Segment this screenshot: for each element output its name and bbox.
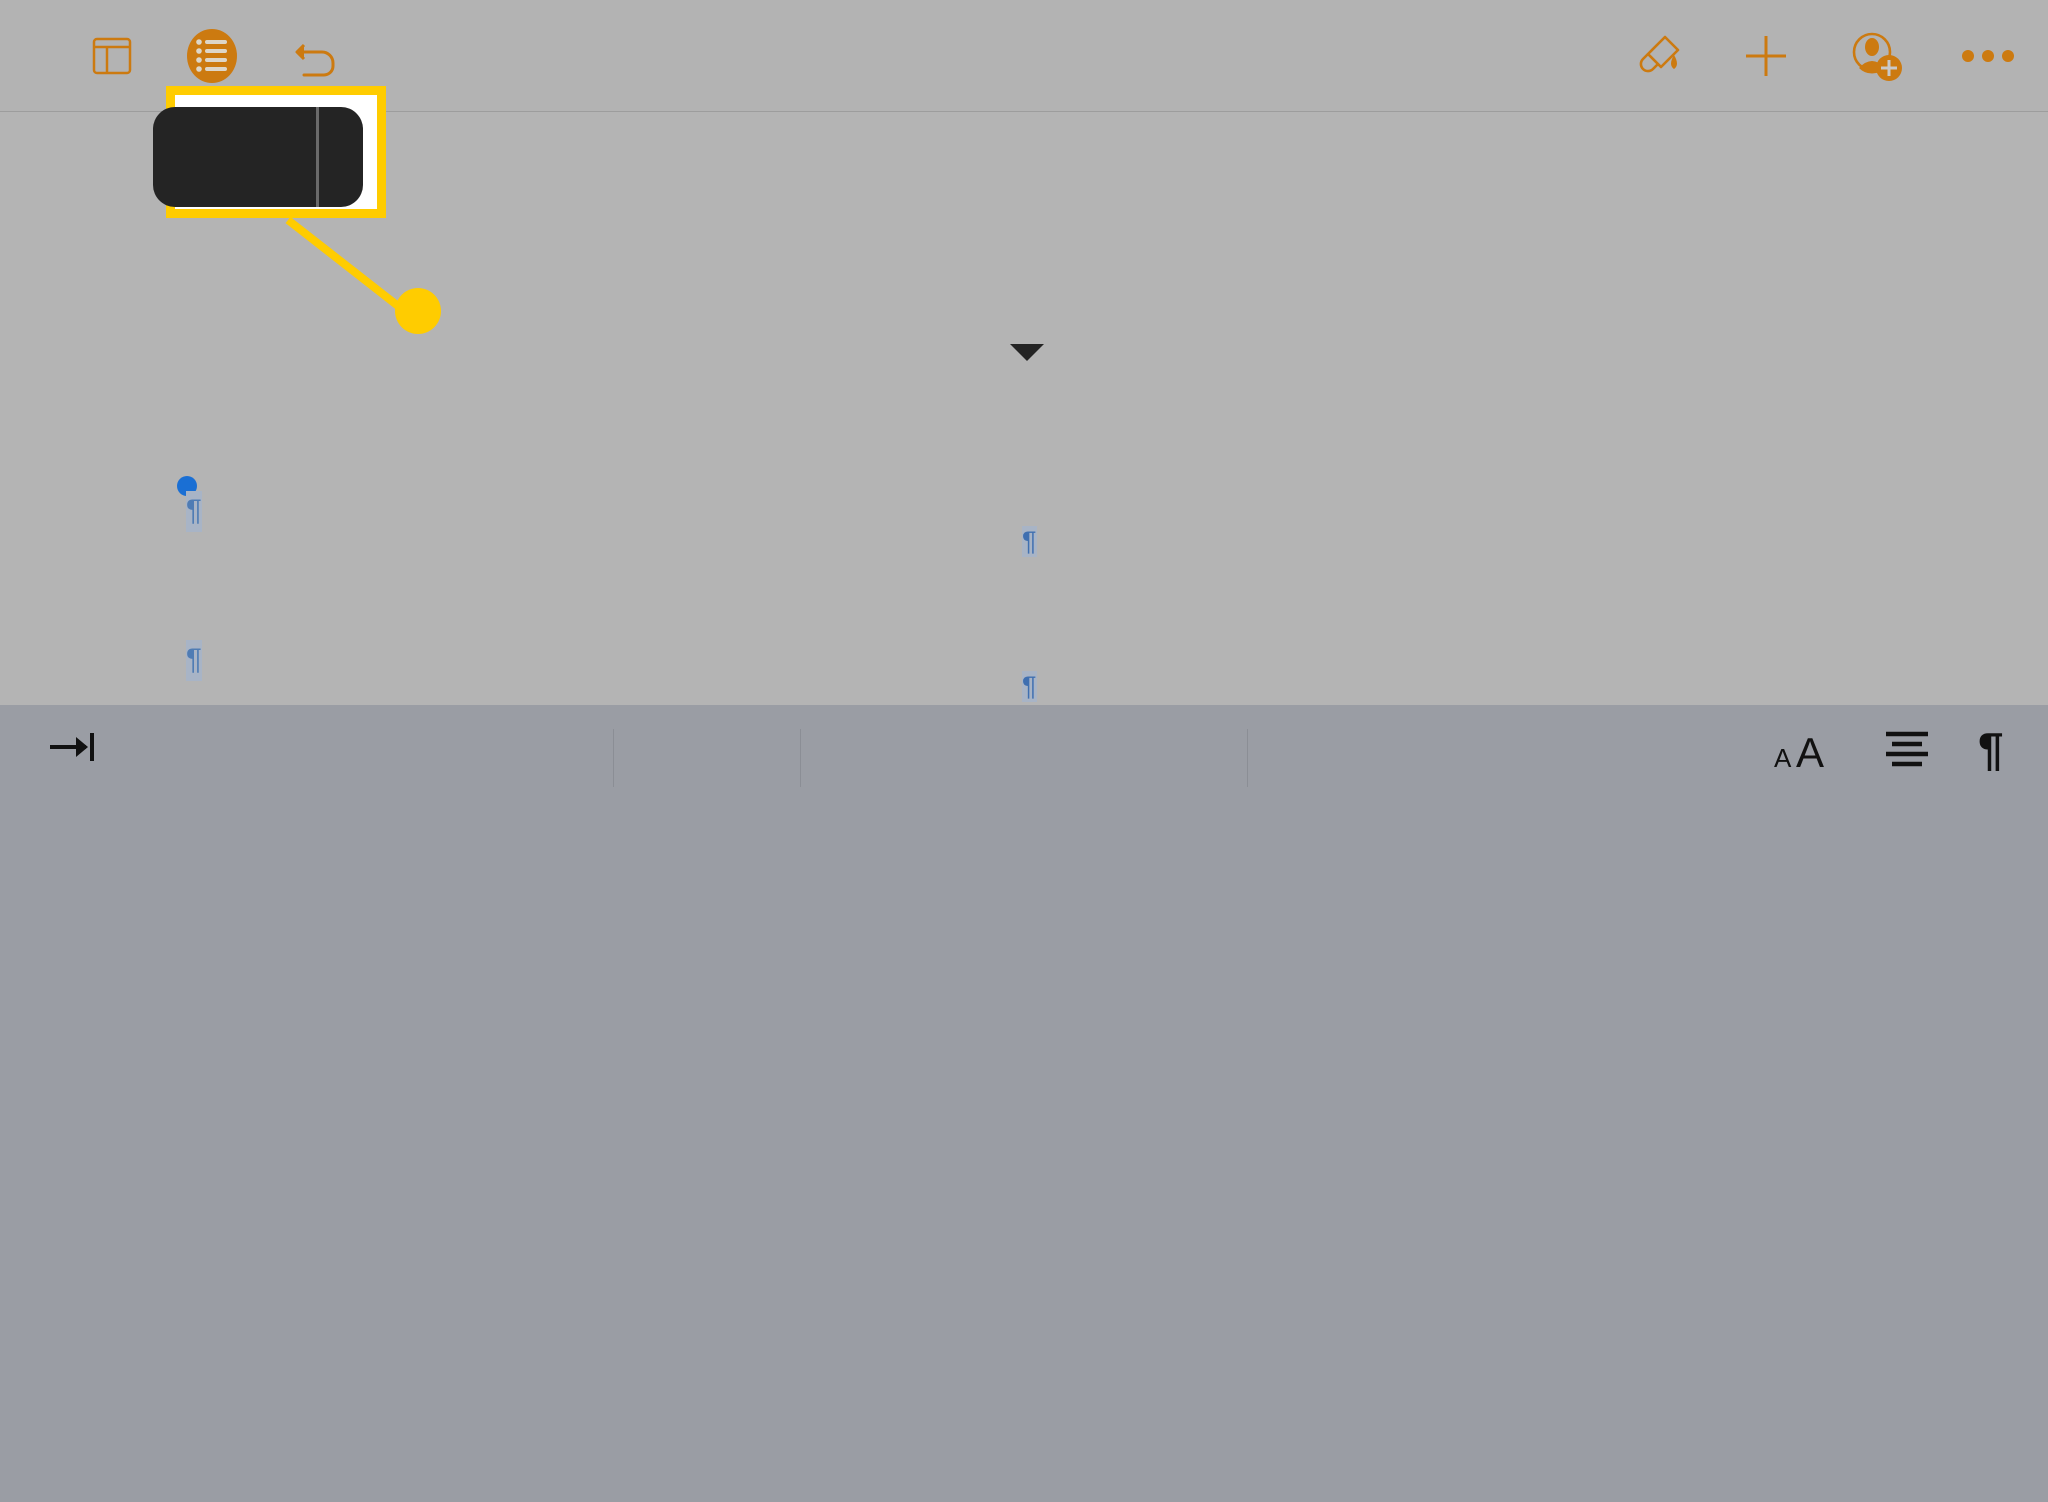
- zoom-callout-box: [153, 86, 386, 218]
- zoom-callout-menu-fragment: [153, 107, 363, 207]
- svg-text:A: A: [1774, 743, 1792, 771]
- suggestion-divider: [1247, 729, 1248, 787]
- pilcrow-mark: ¶: [1022, 671, 1037, 702]
- add-person-icon[interactable]: [1848, 28, 1904, 84]
- navbar-right-group: [1634, 0, 2016, 112]
- pilcrow-mark: ¶: [1022, 526, 1037, 557]
- suggestion-divider: [800, 729, 801, 787]
- paragraph-purchased-line3: ¶: [186, 640, 202, 681]
- heading-purchased: ¶: [186, 491, 202, 532]
- keyboard-suggestion-bar: AA ¶: [0, 705, 2048, 810]
- pilcrow-mark: ¶: [186, 494, 202, 527]
- paintbrush-icon[interactable]: [1634, 31, 1684, 81]
- layout-panel-icon[interactable]: [90, 34, 134, 78]
- tab-arrow-icon[interactable]: [46, 727, 102, 767]
- align-lines-icon[interactable]: [1882, 727, 1932, 776]
- plus-icon[interactable]: [1740, 30, 1792, 82]
- zoom-callout-divider: [316, 107, 319, 207]
- undo-icon[interactable]: [290, 33, 342, 79]
- callout-target-dot: [395, 288, 441, 334]
- svg-text:A: A: [1796, 729, 1824, 771]
- suggestion-divider: [613, 729, 614, 787]
- svg-text:¶: ¶: [1978, 725, 2004, 771]
- suggestion-bar-icons: AA ¶: [1772, 723, 2012, 776]
- pilcrow-mark: ¶: [186, 643, 202, 676]
- paragraph-mark-icon[interactable]: ¶: [1976, 723, 2012, 776]
- more-ellipsis-icon[interactable]: [1960, 46, 2016, 66]
- app-root: ¶ ¶ ¶ ¶ A A ¶: [0, 0, 2048, 1502]
- context-menu-pointer: [1010, 344, 1044, 361]
- text-size-icon[interactable]: AA: [1772, 727, 1838, 776]
- on-screen-keyboard: AA ¶: [0, 705, 2048, 1502]
- list-toc-icon[interactable]: [184, 27, 240, 85]
